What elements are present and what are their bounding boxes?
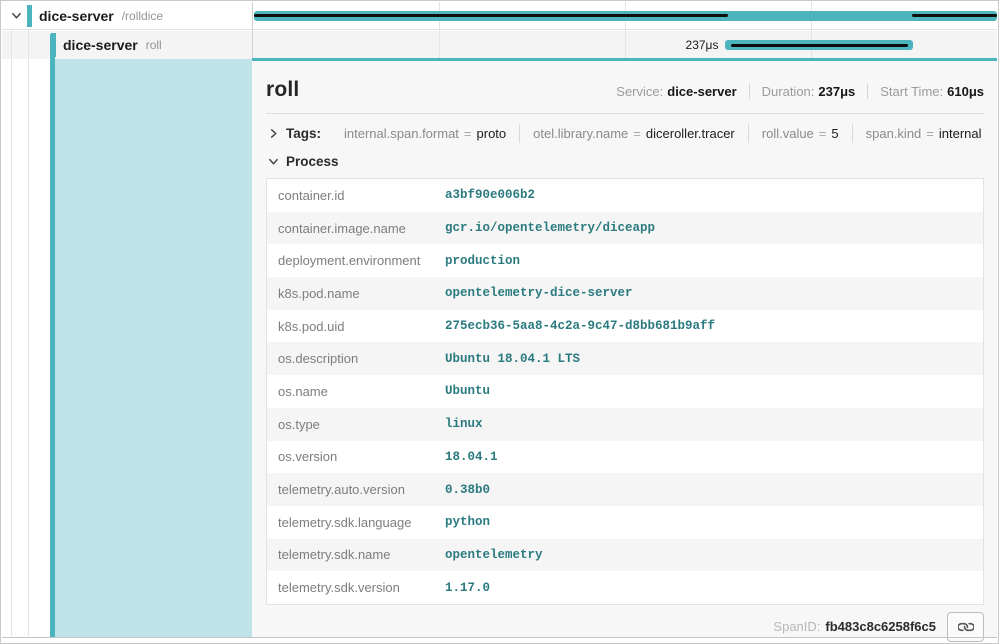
chevron-right-icon[interactable]: [266, 127, 280, 141]
tags-expander[interactable]: Tags: internal.span.format=proto otel.li…: [266, 114, 984, 145]
tag-item: internal.span.format=proto: [331, 124, 519, 143]
gutter-line: [28, 30, 29, 636]
timeline-cell[interactable]: 237μs: [253, 31, 997, 59]
table-row: telemetry.sdk.version1.17.0: [267, 571, 983, 604]
table-row: deployment.environmentproduction: [267, 244, 983, 277]
span-bar-rolldice[interactable]: [254, 11, 997, 21]
spanid-value: fb483c8c6258f6c5: [825, 619, 936, 634]
span-title: roll: [266, 78, 299, 102]
spanid-label: SpanID:: [773, 619, 820, 634]
tags-label: Tags:: [286, 126, 321, 141]
tag-item: span.kind=internal: [852, 124, 995, 143]
stat-service: Service:dice-server: [604, 84, 748, 99]
timeline-cell[interactable]: [253, 2, 997, 29]
table-row: k8s.pod.uid275ecb36-5aa8-4c2a-9c47-d8bb6…: [267, 310, 983, 343]
span-name-cell[interactable]: dice-server roll: [2, 31, 253, 59]
span-name-cell[interactable]: dice-server /rolldice: [2, 2, 253, 29]
table-row: telemetry.auto.version0.38b0: [267, 473, 983, 506]
table-row: telemetry.sdk.nameopentelemetry: [267, 539, 983, 572]
process-expander[interactable]: Process: [266, 145, 984, 177]
span-operation-name: /rolldice: [122, 9, 163, 23]
span-row-rolldice[interactable]: dice-server /rolldice: [2, 2, 997, 30]
span-bar-roll[interactable]: [725, 40, 912, 50]
table-row: telemetry.sdk.languagepython: [267, 506, 983, 539]
tag-item: roll.value=5: [748, 124, 852, 143]
collapse-chevron-icon[interactable]: [9, 9, 23, 23]
selected-span-color-bar: [50, 34, 55, 637]
table-row: os.typelinux: [267, 408, 983, 441]
critical-path-segment: [254, 14, 727, 17]
span-service-name: dice-server: [63, 37, 138, 53]
chevron-down-icon[interactable]: [266, 155, 280, 169]
tag-item: otel.library.name=diceroller.tracer: [519, 124, 748, 143]
span-duration-label: 237μs: [686, 38, 726, 52]
table-row: os.version18.04.1: [267, 441, 983, 474]
span-detail-panel: roll Service:dice-server Duration:237μs …: [252, 58, 997, 637]
selected-span-highlight: [55, 59, 252, 637]
span-service-name: dice-server: [39, 8, 114, 24]
table-row: container.ida3bf90e006b2: [267, 179, 983, 212]
critical-path-segment: [912, 14, 997, 17]
detail-header: roll Service:dice-server Duration:237μs …: [266, 78, 984, 102]
panel-bottom-border: [2, 637, 997, 638]
jaeger-trace-detail-view: dice-server /rolldice dice-server roll 2…: [0, 0, 999, 644]
gutter-line: [11, 30, 12, 636]
span-operation-name: roll: [146, 38, 162, 52]
table-row: k8s.pod.nameopentelemetry-dice-server: [267, 277, 983, 310]
span-color-bar: [27, 5, 32, 27]
span-stats: Service:dice-server Duration:237μs Start…: [604, 84, 984, 99]
column-divider: [252, 2, 253, 58]
stat-duration: Duration:237μs: [749, 84, 868, 99]
table-row: os.nameUbuntu: [267, 375, 983, 408]
stat-start-time: Start Time:610μs: [867, 84, 984, 99]
critical-path-segment: [731, 44, 907, 47]
process-label: Process: [286, 154, 339, 169]
process-kv-table: container.ida3bf90e006b2 container.image…: [266, 178, 984, 605]
span-row-roll[interactable]: dice-server roll 237μs: [2, 31, 997, 59]
table-row: container.image.namegcr.io/opentelemetry…: [267, 212, 983, 245]
link-icon: [958, 619, 974, 635]
table-row: os.descriptionUbuntu 18.04.1 LTS: [267, 342, 983, 375]
